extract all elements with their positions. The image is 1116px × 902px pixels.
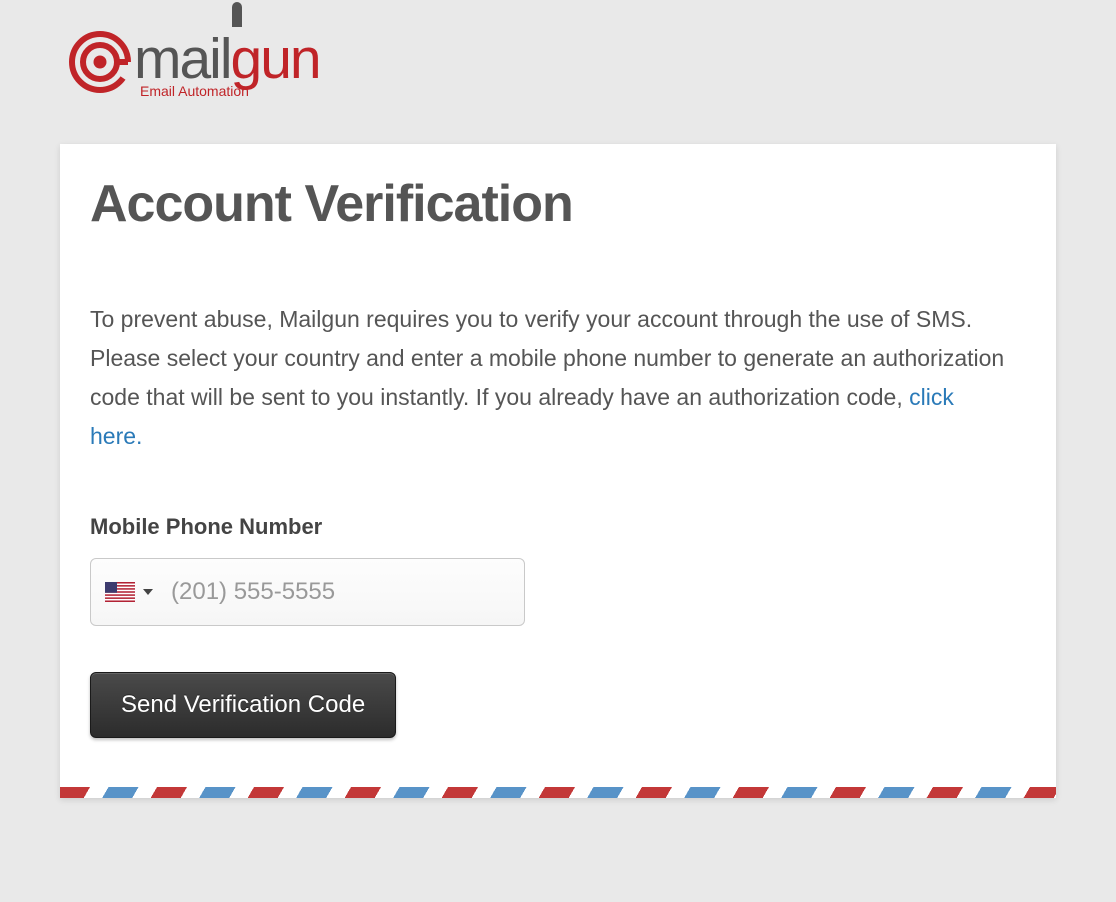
airmail-stripe-decoration bbox=[60, 787, 1056, 798]
verification-card: Account Verification To prevent abuse, M… bbox=[60, 144, 1056, 798]
desc-text: To prevent abuse, Mailgun requires you t… bbox=[90, 306, 1004, 410]
at-sign-icon bbox=[68, 30, 132, 94]
logo-word-gun: gun bbox=[231, 27, 320, 91]
mailgun-logo: mailgun Email Automation bbox=[68, 30, 1056, 94]
send-verification-button[interactable]: Send Verification Code bbox=[90, 672, 396, 738]
logo-tagline: Email Automation bbox=[140, 83, 249, 99]
phone-input-group bbox=[90, 558, 525, 626]
country-dropdown-caret-icon[interactable] bbox=[143, 589, 153, 595]
page-title: Account Verification bbox=[90, 174, 1026, 234]
logo-word-mail: mail bbox=[134, 27, 231, 91]
phone-number-input[interactable] bbox=[171, 578, 510, 606]
us-flag-icon[interactable] bbox=[105, 582, 135, 602]
logo-wordmark: mailgun bbox=[134, 31, 320, 88]
verification-description: To prevent abuse, Mailgun requires you t… bbox=[90, 300, 1010, 456]
logo-container: mailgun Email Automation bbox=[68, 30, 1056, 94]
phone-field-label: Mobile Phone Number bbox=[90, 514, 1026, 540]
